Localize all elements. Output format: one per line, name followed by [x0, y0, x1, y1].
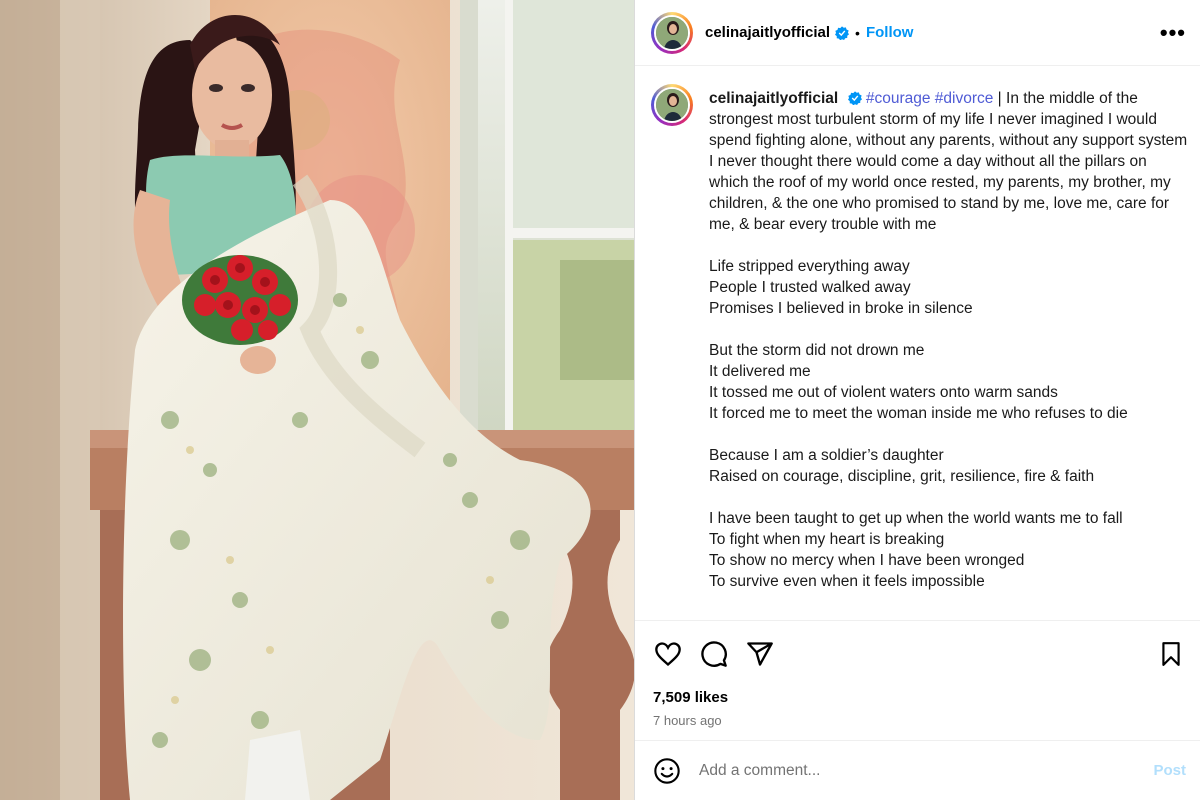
verified-badge-icon — [835, 25, 850, 40]
caption-row: celinajaitlyofficial #courage #divorce |… — [651, 84, 1188, 613]
caption-line: It forced me to meet the woman inside me… — [709, 405, 1128, 422]
caption-intro: celinajaitlyofficial #courage #divorce |… — [709, 88, 1188, 235]
caption-line: People I trusted walked away — [709, 279, 911, 296]
share-button[interactable] — [745, 639, 775, 669]
comment-button[interactable] — [699, 639, 729, 669]
caption-hashtags[interactable]: #courage #divorce — [866, 90, 994, 107]
more-options-icon[interactable]: ••• — [1160, 21, 1186, 43]
follow-button[interactable]: Follow — [866, 24, 914, 41]
caption-username[interactable]: celinajaitlyofficial — [709, 90, 838, 107]
share-icon — [747, 641, 773, 666]
post-header: celinajaitlyofficial • Follow ••• — [635, 0, 1200, 66]
caption-line: To fight when my heart is breaking — [709, 531, 945, 548]
caption-stanza: I have been taught to get up when the wo… — [709, 508, 1188, 592]
caption-line: Because I am a soldier’s daughter — [709, 447, 944, 464]
caption-area: celinajaitlyofficial #courage #divorce |… — [635, 66, 1200, 620]
caption-avatar[interactable] — [651, 84, 693, 126]
post-comment-button[interactable]: Post — [1153, 762, 1186, 779]
caption-line: Raised on courage, discipline, grit, res… — [709, 468, 1095, 485]
bookmark-icon — [1162, 641, 1180, 666]
caption-line: But the storm did not drown me — [709, 342, 925, 359]
author-username[interactable]: celinajaitlyofficial — [705, 24, 830, 41]
post-image — [0, 0, 634, 800]
caption-line: Life stripped everything away — [709, 258, 910, 275]
caption-stanza: But the storm did not drown me It delive… — [709, 340, 1188, 424]
post-photo[interactable] — [0, 0, 634, 800]
post-sidebar: celinajaitlyofficial • Follow ••• celina… — [634, 0, 1200, 800]
emoji-icon[interactable] — [653, 757, 681, 785]
caption-line: I have been taught to get up when the wo… — [709, 510, 1123, 527]
author-avatar[interactable] — [651, 11, 693, 54]
like-button[interactable] — [653, 639, 683, 669]
caption-line: It tossed me out of violent waters onto … — [709, 384, 1058, 401]
caption-stanza: Because I am a soldier’s daughter Raised… — [709, 445, 1188, 487]
caption-text: celinajaitlyofficial #courage #divorce |… — [709, 88, 1188, 613]
caption-line: Promises I believed in broke in silence — [709, 300, 973, 317]
caption-stanza: Life stripped everything away People I t… — [709, 256, 1188, 319]
caption-line: To survive even when it feels impossible — [709, 573, 985, 590]
caption-line: To show no mercy when I have been wronge… — [709, 552, 1025, 569]
avatar-image — [656, 16, 688, 49]
caption-intro-text: | In the middle of the strongest most tu… — [709, 90, 1188, 233]
caption-line: It delivered me — [709, 363, 811, 380]
save-button[interactable] — [1156, 639, 1186, 669]
verified-badge-icon — [847, 91, 862, 105]
action-bar — [635, 620, 1200, 686]
avatar-image — [656, 89, 688, 121]
instagram-post: celinajaitlyofficial • Follow ••• celina… — [0, 0, 1200, 800]
header-separator: • — [855, 24, 860, 41]
comment-icon — [701, 640, 727, 667]
comment-input[interactable] — [697, 760, 1154, 781]
comment-box: Post — [635, 740, 1200, 800]
likes-count[interactable]: 7,509 likes — [635, 686, 1200, 710]
heart-icon — [655, 641, 681, 666]
post-timestamp[interactable]: 7 hours ago — [635, 710, 1200, 740]
